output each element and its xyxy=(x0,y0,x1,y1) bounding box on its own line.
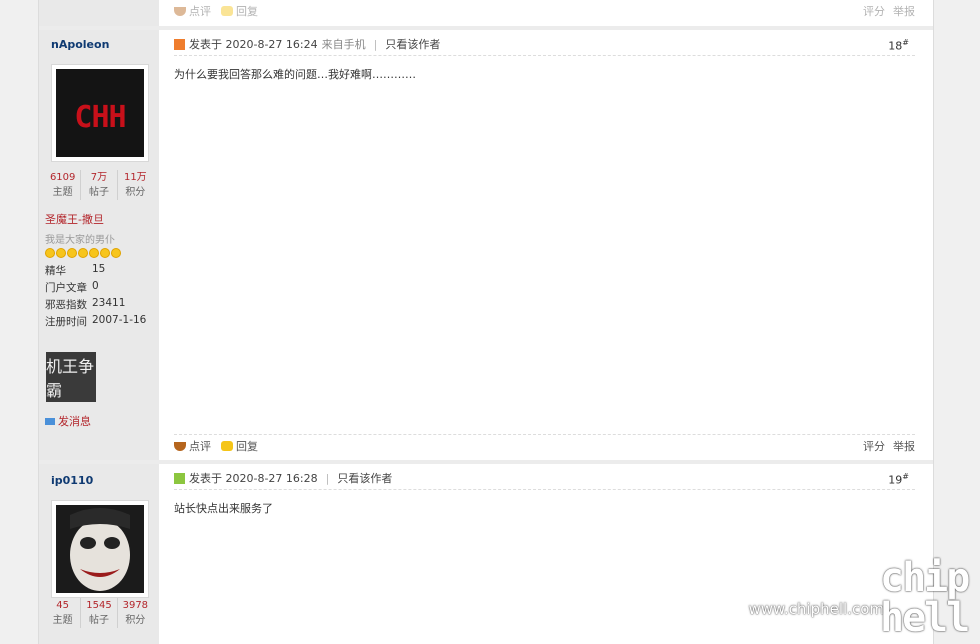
star-icon xyxy=(111,248,121,258)
author-name[interactable]: nApoleon xyxy=(51,38,109,51)
author-stats: 45 主题 1545 帖子 3978 积分 xyxy=(45,598,153,628)
post-meta: 发表于 2020-8-27 16:24 来自手机 | 只看该作者 18# xyxy=(174,33,915,56)
reply-icon xyxy=(221,6,233,16)
bowl-icon xyxy=(174,6,186,16)
star-icon xyxy=(45,248,55,258)
envelope-icon xyxy=(45,417,55,425)
user-title[interactable]: 圣魔王-撒旦 xyxy=(45,211,104,227)
score-button[interactable]: 评分 xyxy=(863,438,885,454)
report-button[interactable]: 举报 xyxy=(893,438,915,454)
score-button[interactable]: 评分 xyxy=(863,3,885,19)
star-icon xyxy=(89,248,99,258)
post-body: 发表于 2020-8-27 16:24 来自手机 | 只看该作者 18# 为什么… xyxy=(160,30,933,460)
post-actions: 点评 回复 评分 举报 xyxy=(174,434,915,457)
report-button[interactable]: 举报 xyxy=(893,3,915,19)
info-value: 2007-1-16 xyxy=(92,314,147,326)
send-message-link[interactable]: 发消息 xyxy=(45,413,91,429)
reply-button[interactable]: 回复 xyxy=(221,3,258,19)
prev-post-footer: 点评 回复 评分 举报 xyxy=(160,0,933,26)
user-icon xyxy=(174,38,185,50)
post-content: 为什么要我回答那么难的问题…我好难啊………… xyxy=(174,68,416,81)
stat-posts-value[interactable]: 7万 xyxy=(81,170,116,185)
reply-button[interactable]: 回复 xyxy=(221,438,258,454)
stat-points-value[interactable]: 11万 xyxy=(118,170,153,185)
rate-button[interactable]: 点评 xyxy=(174,438,211,454)
floor-number[interactable]: 19# xyxy=(888,472,909,487)
author-sidebar: ip0110 45 主题 1545 帖子 3978 积分 xyxy=(39,464,159,644)
only-author-link[interactable]: 只看该作者 xyxy=(385,36,440,52)
post-meta: 发表于 2020-8-27 16:28 | 只看该作者 19# xyxy=(174,467,915,490)
user-motto: 我是大家的男仆 xyxy=(45,235,115,246)
svg-text:CHH: CHH xyxy=(74,100,125,135)
author-info: 精华 15 门户文章 0 邪恶指数 23411 注册时间 2007-1-16 xyxy=(45,263,155,331)
bowl-icon xyxy=(174,441,186,451)
post-device: 来自手机 xyxy=(321,38,366,51)
chh-logo-icon: CHH xyxy=(56,69,144,157)
author-sidebar: nApoleon CHH 6109 主题 7万 帖子 11万 积分 圣魔王-撒旦 我是… xyxy=(39,30,159,460)
rank-stars xyxy=(45,248,121,258)
only-author-link[interactable]: 只看该作者 xyxy=(337,470,392,486)
thread-container: 点评 回复 评分 举报 nApoleon CHH 6109 主题 7万 帖子 11万… xyxy=(38,0,934,644)
floor-number[interactable]: 18# xyxy=(888,38,909,53)
chiphell-logo: chip hell xyxy=(880,555,970,641)
star-icon xyxy=(100,248,110,258)
stat-points-value[interactable]: 3978 xyxy=(118,598,153,613)
author-name[interactable]: ip0110 xyxy=(51,474,93,487)
post-time: 2020-8-27 16:28 xyxy=(225,471,318,485)
stat-posts-value[interactable]: 1545 xyxy=(81,598,116,613)
author-stats: 6109 主题 7万 帖子 11万 积分 xyxy=(45,170,153,200)
prev-post-sidebar xyxy=(39,0,159,26)
user-icon xyxy=(174,472,185,484)
medal-badge[interactable]: 机王争霸 xyxy=(46,352,96,402)
post-time: 2020-8-27 16:24 xyxy=(225,37,318,51)
info-value: 23411 xyxy=(92,297,126,309)
info-value: 0 xyxy=(92,280,99,292)
site-watermark-url: www.chiphell.com xyxy=(748,600,884,618)
stat-threads-value[interactable]: 45 xyxy=(45,598,80,613)
joker-face-icon xyxy=(56,505,144,593)
post-content: 站长快点出来服务了 xyxy=(174,502,273,515)
stat-threads-value[interactable]: 6109 xyxy=(45,170,80,185)
avatar[interactable]: CHH xyxy=(51,64,149,162)
star-icon xyxy=(56,248,66,258)
star-icon xyxy=(78,248,88,258)
reply-icon xyxy=(221,441,233,451)
info-value: 15 xyxy=(92,263,106,275)
star-icon xyxy=(67,248,77,258)
rate-button[interactable]: 点评 xyxy=(174,3,211,19)
avatar[interactable] xyxy=(51,500,149,598)
